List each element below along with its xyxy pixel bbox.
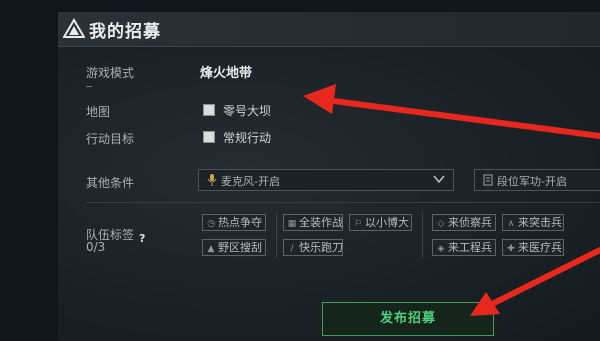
publish-recruit-button[interactable]: 发布招募 [322,302,494,336]
mic-select[interactable]: 麦克风-开启 [198,169,454,191]
diamond-icon: ◇ [437,219,445,229]
help-icon[interactable]: ? [139,232,145,245]
bag-icon: ▲ [207,244,215,254]
map-label: 地图 [86,105,111,119]
knife-icon: / [290,244,294,254]
team-tags-count: 0/3 [86,240,106,254]
map-option-label[interactable]: 零号大坝 [223,102,271,119]
triangle-warning-icon [63,18,85,38]
tag-group-separator [422,212,423,258]
tag-recon[interactable]: ◇ 来侦察兵 [432,214,496,231]
tag-hotspot[interactable]: ◷ 热点争夺 [202,214,266,231]
map-checkbox[interactable] [203,104,215,116]
rank-select[interactable]: 段位军功-开启 [474,169,600,191]
tag-underdog[interactable]: ⚐ 以小博大 [349,214,412,231]
outer-frame [0,0,58,341]
divider-tick [86,86,92,87]
tag-assault[interactable]: ∧ 来突击兵 [502,214,564,231]
tag-looting[interactable]: ▲ 野区搜刮 [202,239,266,256]
tag-group-separator [276,212,277,258]
game-mode-label: 游戏模式 [86,66,135,80]
rank-badge-icon [483,174,493,186]
objective-checkbox[interactable] [203,131,215,143]
clock-icon: ◷ [207,219,215,229]
game-mode-value: 烽火地带 [200,66,253,81]
cross-icon: ✚ [507,244,515,254]
chevron-down-icon [433,175,445,184]
objective-option-label[interactable]: 常规行动 [223,129,271,146]
tag-full-gear[interactable]: ▦ 全装作战 [283,214,343,231]
other-conditions-label: 其他条件 [86,176,135,190]
dialog-title: 我的招募 [89,22,161,42]
outer-frame-top [58,0,600,12]
objective-label: 行动目标 [86,132,135,146]
tag-happy-run[interactable]: / 快乐跑刀 [283,239,343,256]
microphone-icon [207,174,217,186]
flag-icon: ⚐ [353,219,363,229]
mic-select-value: 麦克风-开启 [221,175,280,188]
tag-medic[interactable]: ✚ 来医疗兵 [502,239,564,256]
chevron-icon: ∧ [507,219,515,229]
section-divider [86,202,600,203]
tool-icon: ◈ [437,244,445,254]
tag-engineer[interactable]: ◈ 来工程兵 [432,239,496,256]
rank-select-value: 段位军功-开启 [497,175,567,188]
grid-icon: ▦ [287,219,297,229]
